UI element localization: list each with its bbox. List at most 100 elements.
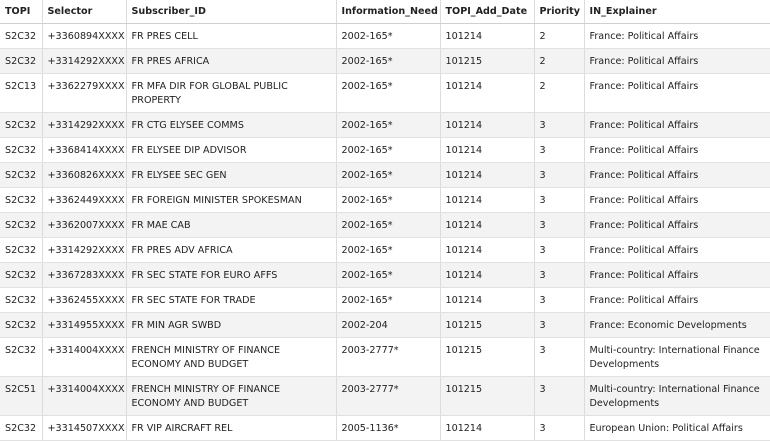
table-row: S2C32 +3314004XXXX FRENCH MINISTRY OF FINA… (0, 337, 770, 377)
table-row: S2C32 +3367283XXXX FR SEC STATE FOR EURO A… (0, 262, 770, 288)
priority-cell: 3 (534, 376, 585, 416)
selector-cell: +3314004XXXX (42, 376, 127, 416)
information-need-cell: 2002-165* (336, 162, 441, 188)
information-need-cell: 2002-165* (336, 112, 441, 138)
in-explainer-cell: France: Economic Developments (584, 312, 770, 338)
topi-add-date-cell: 101215 (440, 48, 535, 74)
subscriber-id-cell: FR SEC STATE FOR EURO AFFS (126, 262, 337, 288)
topi-cell: S2C32 (0, 48, 43, 74)
priority-cell: 3 (534, 187, 585, 213)
topi-cell: S2C32 (0, 287, 43, 313)
subscriber-id-cell: FR VIP AIRCRAFT REL (126, 415, 337, 441)
priority-cell: 3 (534, 162, 585, 188)
column-header[interactable]: TOPI_Add_Date (440, 0, 535, 24)
priority-cell: 3 (534, 112, 585, 138)
table-row: S2C32 +3362007XXXX FR MAE CAB 2002-165* 1012… (0, 212, 770, 238)
subscriber-id-cell: FR FOREIGN MINISTER SPOKESMAN (126, 187, 337, 213)
column-header[interactable]: Subscriber_ID (126, 0, 337, 24)
topi-add-date-cell: 101214 (440, 73, 535, 113)
subscriber-id-cell: FRENCH MINISTRY OF FINANCE ECONOMY AND B… (126, 337, 337, 377)
topi-cell: S2C32 (0, 162, 43, 188)
topi-add-date-cell: 101214 (440, 23, 535, 49)
priority-cell: 2 (534, 48, 585, 74)
table-row: S2C32 +3360894XXXX FR PRES CELL 2002-165* 10… (0, 23, 770, 49)
topi-add-date-cell: 101214 (440, 415, 535, 441)
selector-cell: +3314004XXXX (42, 337, 127, 377)
column-header[interactable]: Priority (534, 0, 585, 24)
selector-cell: +3360826XXXX (42, 162, 127, 188)
topi-cell: S2C32 (0, 415, 43, 441)
topi-add-date-cell: 101214 (440, 162, 535, 188)
information-need-cell: 2002-165* (336, 237, 441, 263)
priority-cell: 3 (534, 415, 585, 441)
information-need-cell: 2002-165* (336, 73, 441, 113)
subscriber-id-cell: FRENCH MINISTRY OF FINANCE ECONOMY AND B… (126, 376, 337, 416)
topi-cell: S2C32 (0, 312, 43, 338)
in-explainer-cell: France: Political Affairs (584, 48, 770, 74)
information-need-cell: 2003-2777* (336, 337, 441, 377)
table-row: S2C32 +3314292XXXX FR PRES ADV AFRICA 2002-… (0, 237, 770, 263)
priority-cell: 3 (534, 137, 585, 163)
topi-add-date-cell: 101215 (440, 337, 535, 377)
topi-cell: S2C32 (0, 187, 43, 213)
subscriber-id-cell: FR PRES ADV AFRICA (126, 237, 337, 263)
topi-cell: S2C51 (0, 376, 43, 416)
priority-cell: 3 (534, 237, 585, 263)
column-header[interactable]: Selector (42, 0, 127, 24)
table-row: S2C32 +3362455XXXX FR SEC STATE FOR TRADE 2… (0, 287, 770, 313)
topi-add-date-cell: 101215 (440, 312, 535, 338)
topi-cell: S2C32 (0, 262, 43, 288)
in-explainer-cell: France: Political Affairs (584, 287, 770, 313)
selector-cell: +3360894XXXX (42, 23, 127, 49)
table-body: S2C32 +3360894XXXX FR PRES CELL 2002-165* 10… (0, 23, 770, 441)
table-row: S2C32 +3368414XXXX FR ELYSEE DIP ADVISOR 20… (0, 137, 770, 163)
selector-cell: +3362007XXXX (42, 212, 127, 238)
table-row: S2C51 +3314004XXXX FRENCH MINISTRY OF FINA… (0, 376, 770, 416)
topi-add-date-cell: 101214 (440, 212, 535, 238)
selector-cell: +3314955XXXX (42, 312, 127, 338)
column-header[interactable]: TOPI (0, 0, 43, 24)
selector-cell: +3314292XXXX (42, 112, 127, 138)
in-explainer-cell: France: Political Affairs (584, 23, 770, 49)
priority-cell: 3 (534, 287, 585, 313)
table-row: S2C32 +3314507XXXX FR VIP AIRCRAFT REL 2005… (0, 415, 770, 441)
in-explainer-cell: Multi-country: International Finance Dev… (584, 337, 770, 377)
column-header[interactable]: IN_Explainer (584, 0, 770, 24)
information-need-cell: 2002-165* (336, 48, 441, 74)
table-row: S2C32 +3314292XXXX FR PRES AFRICA 2002-165*… (0, 48, 770, 74)
data-table: TOPI Selector Subscriber_ID Information_… (0, 0, 770, 441)
topi-cell: S2C32 (0, 23, 43, 49)
information-need-cell: 2002-165* (336, 137, 441, 163)
in-explainer-cell: France: Political Affairs (584, 162, 770, 188)
selector-cell: +3362279XXXX (42, 73, 127, 113)
topi-cell: S2C32 (0, 137, 43, 163)
subscriber-id-cell: FR ELYSEE DIP ADVISOR (126, 137, 337, 163)
topi-add-date-cell: 101214 (440, 137, 535, 163)
topi-cell: S2C32 (0, 237, 43, 263)
in-explainer-cell: France: Political Affairs (584, 237, 770, 263)
in-explainer-cell: France: Political Affairs (584, 212, 770, 238)
table-row: S2C32 +3314955XXXX FR MIN AGR SWBD 2002-204… (0, 312, 770, 338)
subscriber-id-cell: FR PRES AFRICA (126, 48, 337, 74)
subscriber-id-cell: FR MFA DIR FOR GLOBAL PUBLIC PROPERTY (126, 73, 337, 113)
topi-cell: S2C13 (0, 73, 43, 113)
priority-cell: 3 (534, 262, 585, 288)
information-need-cell: 2003-2777* (336, 376, 441, 416)
column-header[interactable]: Information_Need (336, 0, 441, 24)
selector-cell: +3362455XXXX (42, 287, 127, 313)
selector-cell: +3314292XXXX (42, 237, 127, 263)
selector-cell: +3367283XXXX (42, 262, 127, 288)
topi-cell: S2C32 (0, 112, 43, 138)
table-row: S2C32 +3362449XXXX FR FOREIGN MINISTER SPO… (0, 187, 770, 213)
table-row: S2C32 +3314292XXXX FR CTG ELYSEE COMMS 2002… (0, 112, 770, 138)
priority-cell: 3 (534, 212, 585, 238)
information-need-cell: 2002-165* (336, 212, 441, 238)
in-explainer-cell: France: Political Affairs (584, 137, 770, 163)
header-row: TOPI Selector Subscriber_ID Information_… (0, 0, 770, 24)
selector-cell: +3368414XXXX (42, 137, 127, 163)
in-explainer-cell: France: Political Affairs (584, 73, 770, 113)
in-explainer-cell: France: Political Affairs (584, 112, 770, 138)
topi-add-date-cell: 101214 (440, 262, 535, 288)
in-explainer-cell: France: Political Affairs (584, 187, 770, 213)
topi-cell: S2C32 (0, 212, 43, 238)
